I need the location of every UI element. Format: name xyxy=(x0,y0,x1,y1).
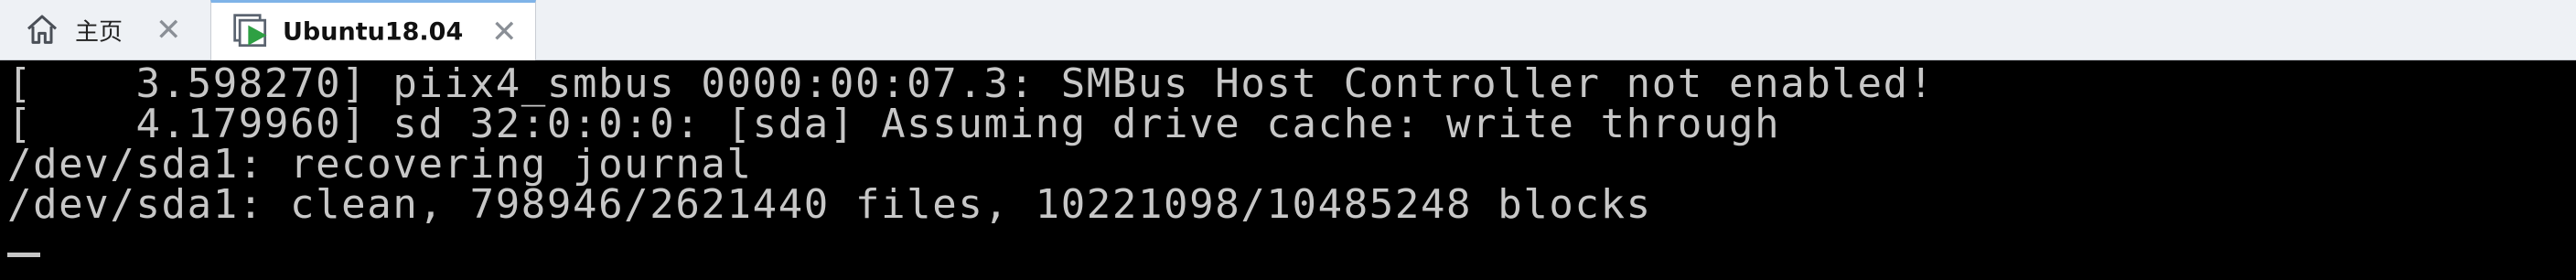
text-cursor xyxy=(7,253,40,257)
tab-bar: 主页 ✕ Ubuntu18.04 ✕ xyxy=(0,0,2576,60)
console-line: /dev/sda1: recovering journal xyxy=(7,141,753,188)
home-icon xyxy=(27,15,57,44)
tab-ubuntu-vm[interactable]: Ubuntu18.04 ✕ xyxy=(210,0,536,60)
tab-home[interactable]: 主页 ✕ xyxy=(0,0,203,60)
console-line: /dev/sda1: clean, 798946/2621440 files, … xyxy=(7,181,1652,228)
tab-home-label: 主页 xyxy=(75,18,123,47)
console-line: [ 3.598270] piix4_smbus 0000:00:07.3: SM… xyxy=(7,60,1935,107)
tab-ubuntu-label: Ubuntu18.04 xyxy=(283,17,464,46)
vm-running-icon xyxy=(233,13,267,47)
vm-console[interactable]: [ 3.598270] piix4_smbus 0000:00:07.3: SM… xyxy=(0,60,2576,280)
tab-home-close-icon[interactable]: ✕ xyxy=(156,15,182,46)
tab-ubuntu-close-icon[interactable]: ✕ xyxy=(491,16,518,48)
console-line: [ 4.179960] sd 32:0:0:0: [sda] Assuming … xyxy=(7,101,1781,147)
